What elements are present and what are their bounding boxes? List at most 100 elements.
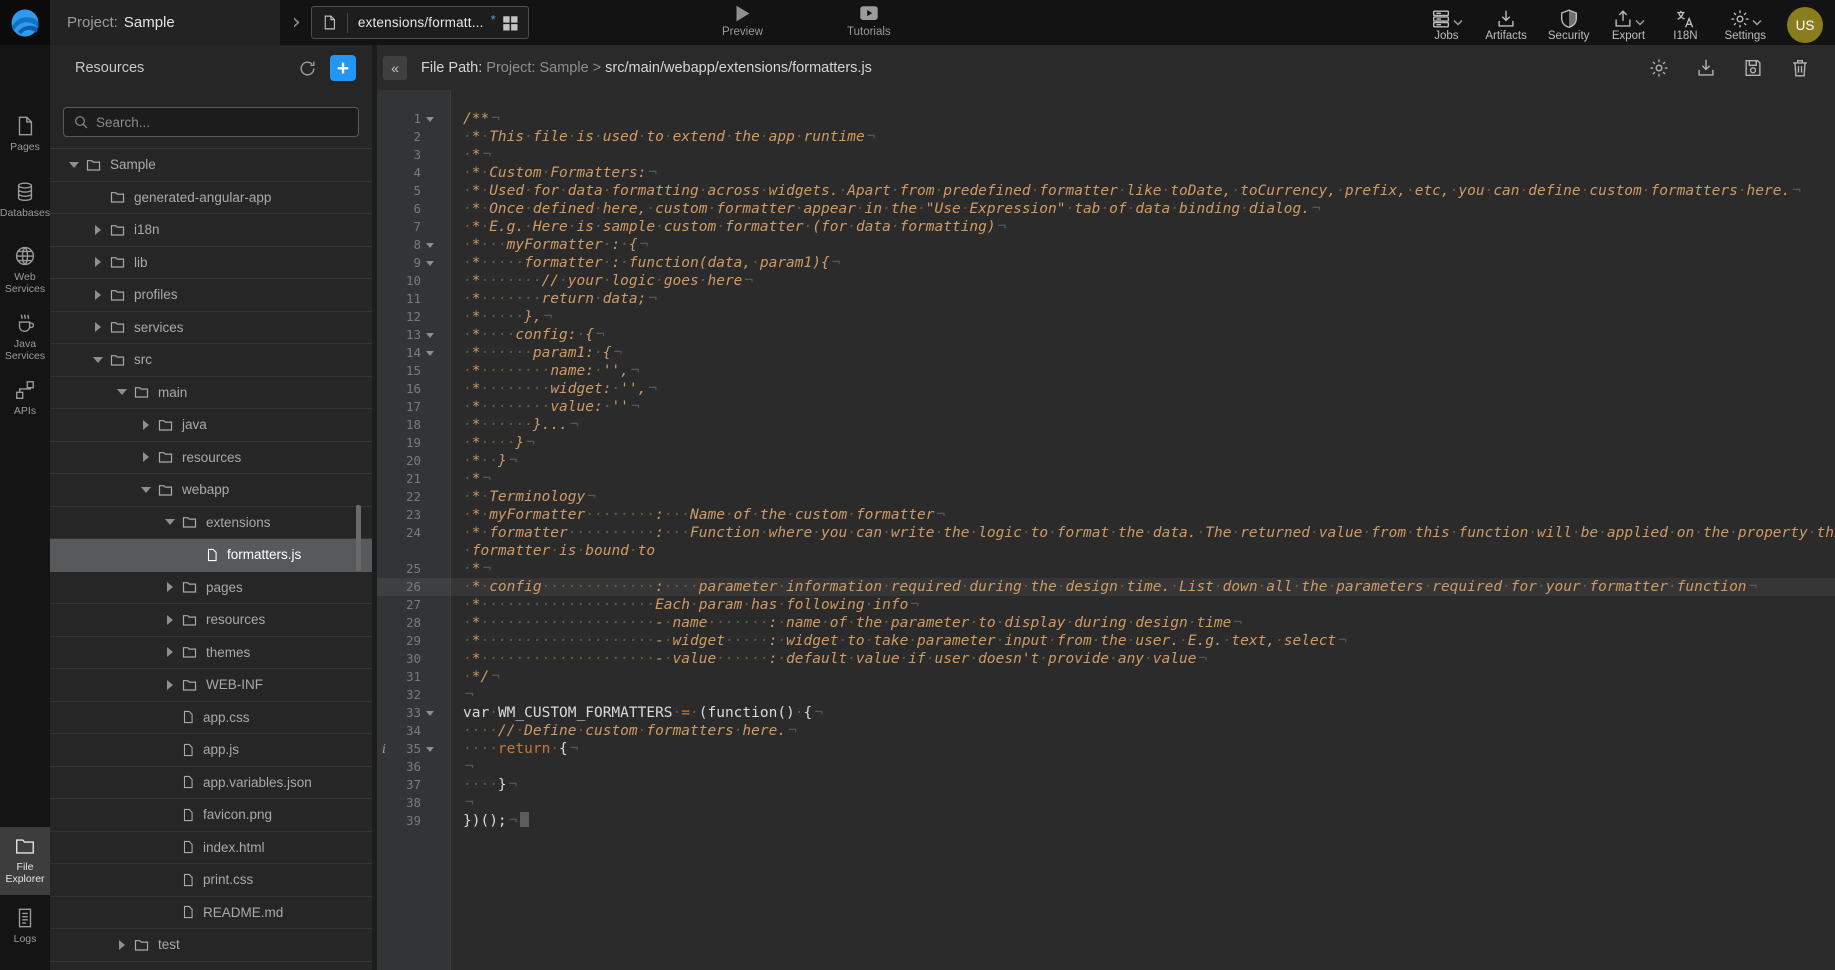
code-line-8[interactable]: 8·*···myFormatter·:·{¬ [377,236,1835,254]
code-line-28[interactable]: 28·*····················-·name·······:·n… [377,614,1835,632]
fold-arrow-icon[interactable] [421,333,439,338]
rail-item-pages[interactable]: Pages [0,111,50,157]
gutter-cell[interactable]: 13 [377,326,451,344]
user-avatar[interactable]: US [1787,7,1823,43]
caret-expanded-icon[interactable] [64,162,83,168]
fold-arrow-icon[interactable] [421,243,439,248]
rail-item-databases[interactable]: Databases [0,177,50,223]
tree-item-themes[interactable]: themes [50,637,372,670]
gutter-cell[interactable]: 2 [377,128,451,146]
gutter-cell[interactable]: 4 [377,164,451,182]
code-line-11[interactable]: 11·*·······return·data;¬ [377,290,1835,308]
gutter-cell[interactable]: i35 [377,740,451,758]
tree-item-profiles[interactable]: profiles [50,279,372,312]
code-line-21[interactable]: 21·*¬ [377,470,1835,488]
menu-item-i18n[interactable]: I18N [1667,6,1703,42]
gutter-cell[interactable]: 27 [377,596,451,614]
tree-item-i18n[interactable]: i18n [50,214,372,247]
code-line-16[interactable]: 16·*········widget:·'',¬ [377,380,1835,398]
fold-arrow-icon[interactable] [421,261,439,266]
code-editor[interactable]: 1/**¬2·*·This·file·is·used·to·extend·the… [377,90,1835,970]
code-line-33[interactable]: 33var·WM_CUSTOM_FORMATTERS·=·(function()… [377,704,1835,722]
caret-collapsed-icon[interactable] [160,647,179,657]
gutter-cell[interactable]: 33 [377,704,451,722]
gutter-cell[interactable]: 34 [377,722,451,740]
code-line-39[interactable]: 39})();¬ [377,812,1835,830]
code-line-26[interactable]: 26·*·config·············:····parameter·i… [377,578,1835,596]
caret-collapsed-icon[interactable] [136,420,155,430]
rail-item-web-services[interactable]: Web Services [0,241,50,299]
code-line-14[interactable]: 14·*······param1:·{¬ [377,344,1835,362]
tree-item-sample[interactable]: Sample [50,149,372,182]
caret-collapsed-icon[interactable] [88,290,107,300]
gutter-cell[interactable]: 3 [377,146,451,164]
code-line-13[interactable]: 13·*····config:·{¬ [377,326,1835,344]
gutter-cell[interactable]: 16 [377,380,451,398]
code-line-19[interactable]: 19·*····}¬ [377,434,1835,452]
code-line-37[interactable]: 37····}¬ [377,776,1835,794]
add-resource-button[interactable]: + [330,55,356,81]
code-line-17[interactable]: 17·*········value:·''¬ [377,398,1835,416]
code-line-2[interactable]: 2·*·This·file·is·used·to·extend·the·app·… [377,128,1835,146]
preview-button[interactable]: Preview [722,3,763,38]
caret-collapsed-icon[interactable] [112,940,131,950]
tree-item-resources[interactable]: resources [50,604,372,637]
gutter-cell[interactable]: 39 [377,812,451,830]
caret-collapsed-icon[interactable] [88,322,107,332]
tree-item-main[interactable]: main [50,377,372,410]
code-line-6[interactable]: 6·*·Once·defined·here,·custom·formatter·… [377,200,1835,218]
caret-expanded-icon[interactable] [88,357,107,363]
menu-item-settings[interactable]: Settings [1724,6,1766,42]
tree-item-favicon.png[interactable]: favicon.png [50,799,372,832]
gutter-cell[interactable]: 29 [377,632,451,650]
fold-arrow-icon[interactable] [421,351,439,356]
app-logo[interactable] [0,0,50,45]
tree-item-readme.md[interactable]: README.md [50,897,372,930]
download-file-icon[interactable] [1695,57,1717,79]
gutter-cell[interactable]: 32 [377,686,451,704]
tree-item-extensions[interactable]: extensions [50,507,372,540]
gutter-cell[interactable]: 23 [377,506,451,524]
code-line-4[interactable]: 4·*·Custom·Formatters:¬ [377,164,1835,182]
code-line-7[interactable]: 7·*·E.g.·Here·is·sample·custom·formatter… [377,218,1835,236]
rail-item-file-explorer[interactable]: File Explorer [0,827,50,895]
gutter-cell[interactable]: 25 [377,560,451,578]
code-line-31[interactable]: 31·*/¬ [377,668,1835,686]
code-line-23[interactable]: 23·*·myFormatter········:···Name·of·the·… [377,506,1835,524]
gutter-cell[interactable]: 7 [377,218,451,236]
tree-item-resources[interactable]: resources [50,442,372,475]
tree-item-index.html[interactable]: index.html [50,832,372,865]
gutter-cell[interactable]: 19 [377,434,451,452]
caret-collapsed-icon[interactable] [160,680,179,690]
gutter-cell[interactable]: 12 [377,308,451,326]
tree-item-formatters.js[interactable]: formatters.js [50,539,372,572]
caret-collapsed-icon[interactable] [136,452,155,462]
code-line-12[interactable]: 12·*·····},¬ [377,308,1835,326]
gutter-cell[interactable]: 14 [377,344,451,362]
gutter-cell[interactable]: 10 [377,272,451,290]
tree-item-generated-angular-app[interactable]: generated-angular-app [50,182,372,215]
search-input[interactable] [96,115,349,130]
gutter-cell[interactable]: 20 [377,452,451,470]
open-file-tab[interactable]: extensions/formatt... * [311,6,529,39]
tree-item-web-inf[interactable]: WEB-INF [50,669,372,702]
code-line-36[interactable]: 36¬ [377,758,1835,776]
gutter-cell[interactable]: 36 [377,758,451,776]
info-gutter-icon[interactable]: i [382,740,386,758]
caret-expanded-icon[interactable] [136,487,155,493]
collapse-panel-button[interactable]: « [383,56,407,80]
split-view-grid-icon[interactable] [501,14,519,32]
caret-expanded-icon[interactable] [112,389,131,395]
code-line-27[interactable]: 27·*····················Each·param·has·f… [377,596,1835,614]
tree-scrollbar[interactable] [356,505,361,571]
tutorials-button[interactable]: Tutorials [847,3,891,38]
gutter-cell[interactable]: 24 [377,524,451,542]
code-line-22[interactable]: 22·*·Terminology¬ [377,488,1835,506]
save-file-icon[interactable] [1742,57,1764,79]
gutter-cell[interactable]: 26 [377,578,451,596]
gutter-cell[interactable]: 21 [377,470,451,488]
code-line-5[interactable]: 5·*·Used·for·data·formatting·across·widg… [377,182,1835,200]
gutter-cell[interactable]: 37 [377,776,451,794]
caret-expanded-icon[interactable] [160,519,179,525]
code-line-24[interactable]: 24·*·formatter··········:···Function·whe… [377,524,1835,542]
